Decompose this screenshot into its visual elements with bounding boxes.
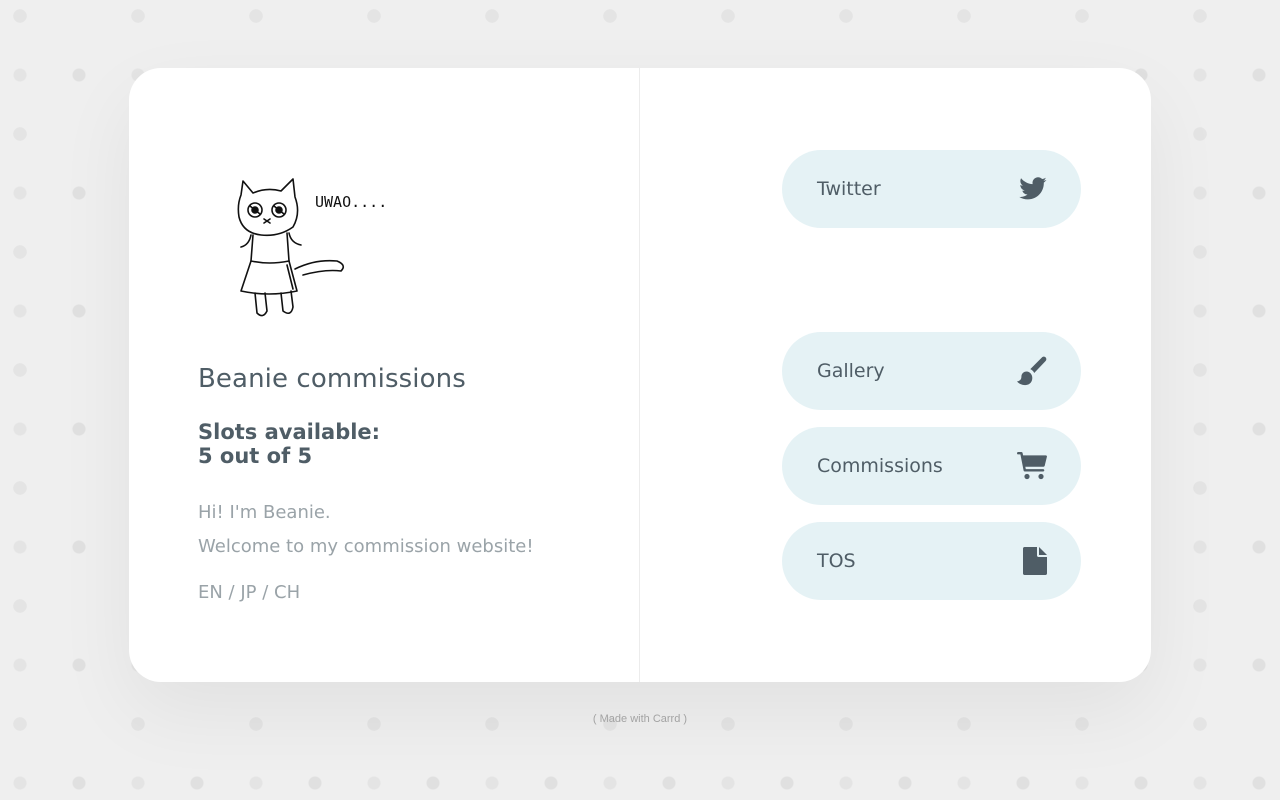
- svg-text:UWAO....: UWAO....: [315, 193, 387, 211]
- gallery-button[interactable]: Gallery: [782, 332, 1081, 410]
- document-icon: [1023, 547, 1047, 575]
- language-list: EN / JP / CH: [198, 582, 301, 603]
- tos-button-label: TOS: [817, 550, 856, 572]
- footer-open-paren: (: [592, 713, 600, 725]
- footer: ( Made with Carrd ): [0, 713, 1280, 725]
- footer-close-paren: ): [680, 713, 688, 725]
- welcome-text: Welcome to my commission website!: [198, 536, 534, 557]
- shopping-cart-icon: [1017, 452, 1047, 480]
- commissions-button[interactable]: Commissions: [782, 427, 1081, 505]
- intro-text: Hi! I'm Beanie. Welcome to my commission…: [198, 496, 534, 564]
- links-panel: Twitter Gallery Commissions TOS: [640, 68, 1151, 682]
- twitter-bird-icon: [1019, 177, 1047, 200]
- greeting-text: Hi! I'm Beanie.: [198, 502, 331, 523]
- twitter-button-label: Twitter: [817, 178, 881, 200]
- page-title: Beanie commissions: [198, 364, 466, 394]
- paintbrush-icon: [1017, 356, 1047, 386]
- made-with-carrd-link[interactable]: Made with Carrd: [600, 713, 681, 725]
- profile-panel: UWAO.... Beanie commissions Slots availa…: [129, 68, 640, 682]
- tos-button[interactable]: TOS: [782, 522, 1081, 600]
- slots-value: 5 out of 5: [198, 444, 313, 468]
- cat-drawing-image: UWAO....: [237, 178, 387, 317]
- slots-status: Slots available: 5 out of 5: [198, 420, 380, 468]
- twitter-button[interactable]: Twitter: [782, 150, 1081, 228]
- slots-label: Slots available:: [198, 420, 381, 444]
- main-card: UWAO.... Beanie commissions Slots availa…: [129, 68, 1151, 682]
- commissions-button-label: Commissions: [817, 455, 943, 477]
- gallery-button-label: Gallery: [817, 360, 885, 382]
